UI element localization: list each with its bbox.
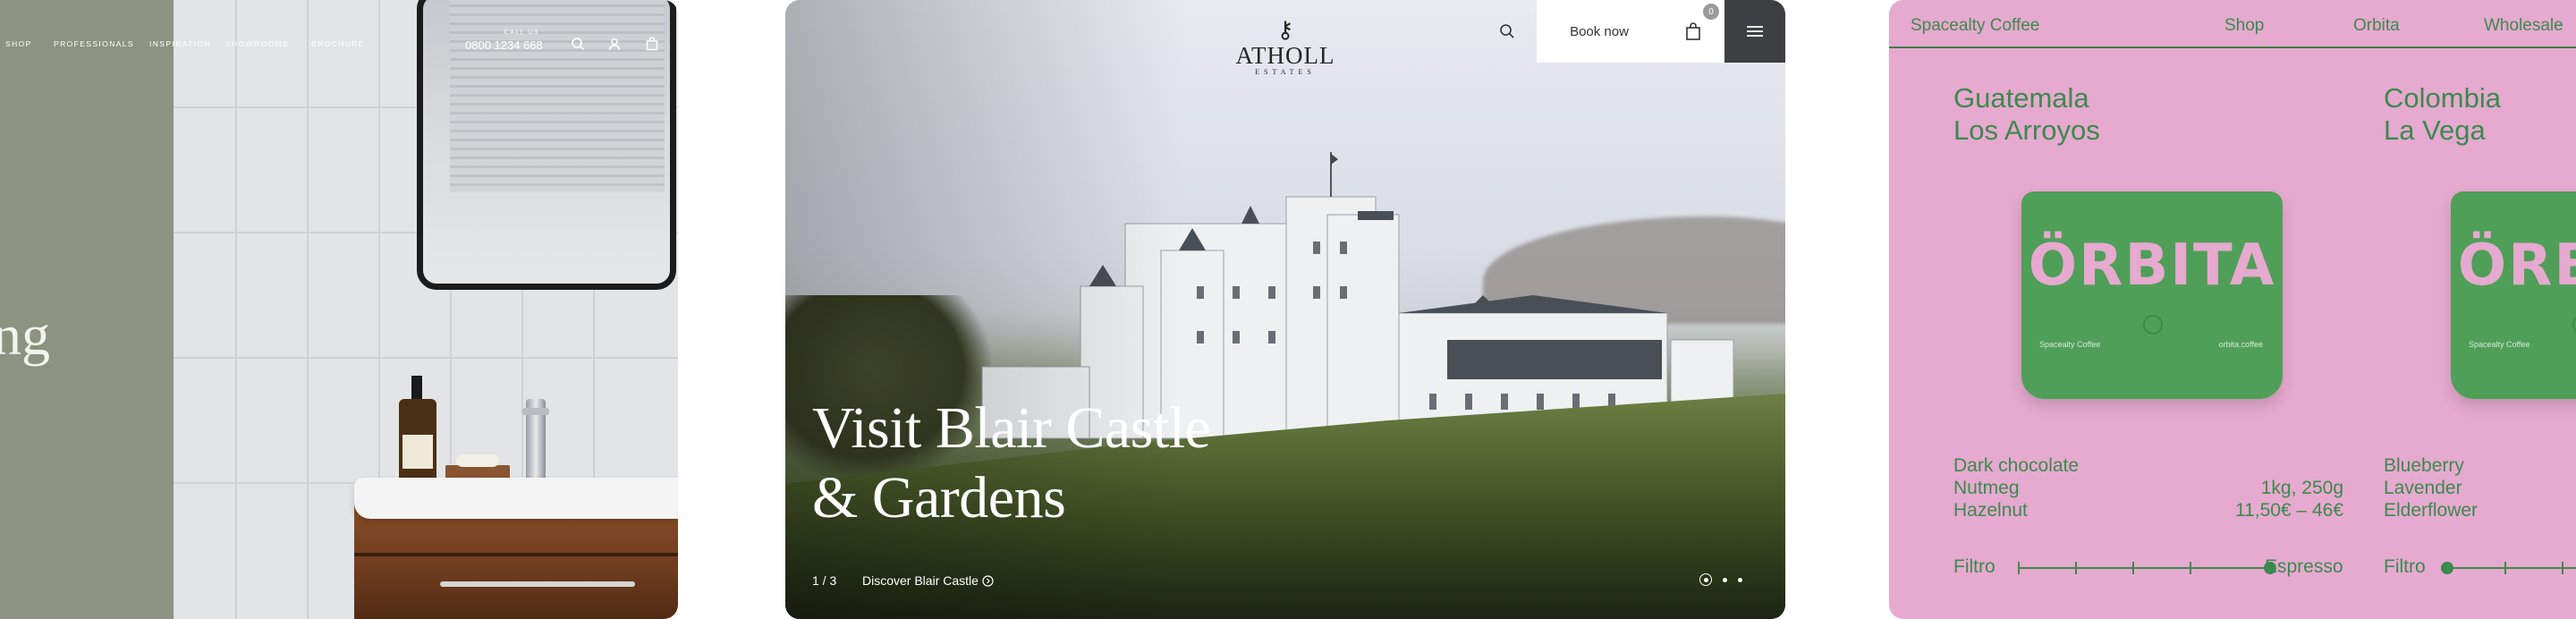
nav-shop[interactable]: SHOP	[5, 39, 32, 48]
nav-orbita[interactable]: Orbita	[2353, 16, 2400, 36]
faucet	[522, 399, 549, 481]
slide-counter: 1 / 3	[812, 573, 837, 588]
brand-link[interactable]: Spacealty Coffee	[1911, 16, 2039, 36]
discover-link[interactable]: Discover Blair Castle	[862, 573, 994, 588]
book-now-button[interactable]: Book now	[1537, 0, 1662, 63]
search-icon[interactable]	[566, 32, 589, 55]
product-name: Guatemala Los Arroyos	[1953, 82, 2100, 146]
slide-dot-active[interactable]	[1699, 573, 1712, 586]
nav-brochure[interactable]: BROCHURE	[311, 39, 365, 48]
product-card-guatemala[interactable]: Guatemala Los Arroyos	[1953, 82, 2365, 147]
product-name: Colombia La Vega	[2384, 82, 2501, 146]
logo-subtext: ESTATES	[1255, 68, 1316, 76]
roast-scale-track	[2018, 562, 2276, 574]
atholl-logo[interactable]: ⚷ ATHOLL ESTATES	[1227, 18, 1343, 76]
bag-logo: ÖRBITA	[2028, 233, 2276, 299]
product-spec: 1kg, 250g 11,50€ – 46€	[2182, 477, 2343, 521]
product-card-colombia[interactable]: Colombia La Vega	[2384, 82, 2576, 147]
sink-basin	[354, 478, 678, 519]
product-weight: 1kg, 250g	[2260, 478, 2343, 498]
atholl-card[interactable]: ⚷ ATHOLL ESTATES Book now 0 Visit Blair …	[785, 0, 1785, 619]
hero-title-line2: & Gardens	[812, 465, 1066, 530]
crossed-keys-icon: ⚷	[1276, 16, 1294, 43]
nav-showrooms[interactable]: SHOWROOMS	[225, 39, 289, 48]
account-icon[interactable]	[603, 32, 626, 55]
slide-dots	[1699, 573, 1742, 586]
product-price: 11,50€ – 46€	[2234, 500, 2343, 521]
hero-title: Visit Blair Castle & Gardens	[812, 394, 1211, 533]
call-us[interactable]: CALL US 0800 1234 668	[465, 30, 543, 52]
arrow-circle-icon	[982, 574, 994, 587]
slide-dot[interactable]	[1723, 577, 1727, 582]
roast-scale-left-label: Filtro	[2384, 556, 2426, 577]
soap-bottle	[399, 376, 436, 485]
discover-link-label: Discover Blair Castle	[862, 573, 979, 588]
coffee-bag-image[interactable]: ÖRBITA Spacealty Coffee orbita.coffee	[2021, 191, 2283, 399]
menu-button[interactable]	[1724, 0, 1785, 63]
roast-scale-track	[2441, 562, 2576, 574]
nav-professionals[interactable]: PROFESSIONALS	[54, 39, 134, 48]
cart-count-badge: 0	[1703, 4, 1719, 20]
tasting-notes: Blueberry Lavender Elderflower	[2384, 455, 2479, 521]
coffee-card[interactable]: Spacealty Coffee Shop Orbita Wholesale G…	[1889, 0, 2576, 619]
bag-icon[interactable]	[640, 32, 664, 55]
roast-scale-right-label: Espresso	[2265, 556, 2343, 577]
slide-dot[interactable]	[1738, 577, 1742, 582]
nav-shop[interactable]: Shop	[2224, 16, 2264, 36]
search-icon[interactable]	[1494, 18, 1521, 45]
hamburger-icon	[1747, 26, 1763, 37]
nav-inspiration[interactable]: INSPIRATION	[149, 39, 211, 48]
cart-button[interactable]: 0	[1662, 0, 1724, 63]
hero-title-line1: Visit Blair Castle	[812, 395, 1211, 461]
roast-scale-left-label: Filtro	[1953, 556, 1996, 577]
nav-wholesale[interactable]: Wholesale	[2484, 16, 2563, 36]
mirror	[417, 0, 676, 290]
tasting-notes: Dark chocolate Nutmeg Hazelnut	[1953, 455, 2080, 521]
soap-bar	[456, 454, 499, 467]
logo-text: ATHOLL	[1235, 42, 1335, 69]
phone-number[interactable]: 0800 1234 668	[465, 38, 543, 52]
coffee-bag-image[interactable]: ÖRBITA Spacealty Coffee	[2451, 191, 2576, 399]
showroom-card[interactable]: ng SHOP PROFESSIONALS INSPIRATION SHOWRO…	[0, 0, 678, 619]
shopping-bag-icon	[1686, 22, 1700, 40]
coffee-nav: Spacealty Coffee Shop Orbita Wholesale	[1889, 0, 2576, 48]
call-us-label: CALL US	[504, 30, 540, 36]
hero-headline: ng	[0, 303, 50, 367]
roast-scale-marker	[2441, 562, 2453, 574]
